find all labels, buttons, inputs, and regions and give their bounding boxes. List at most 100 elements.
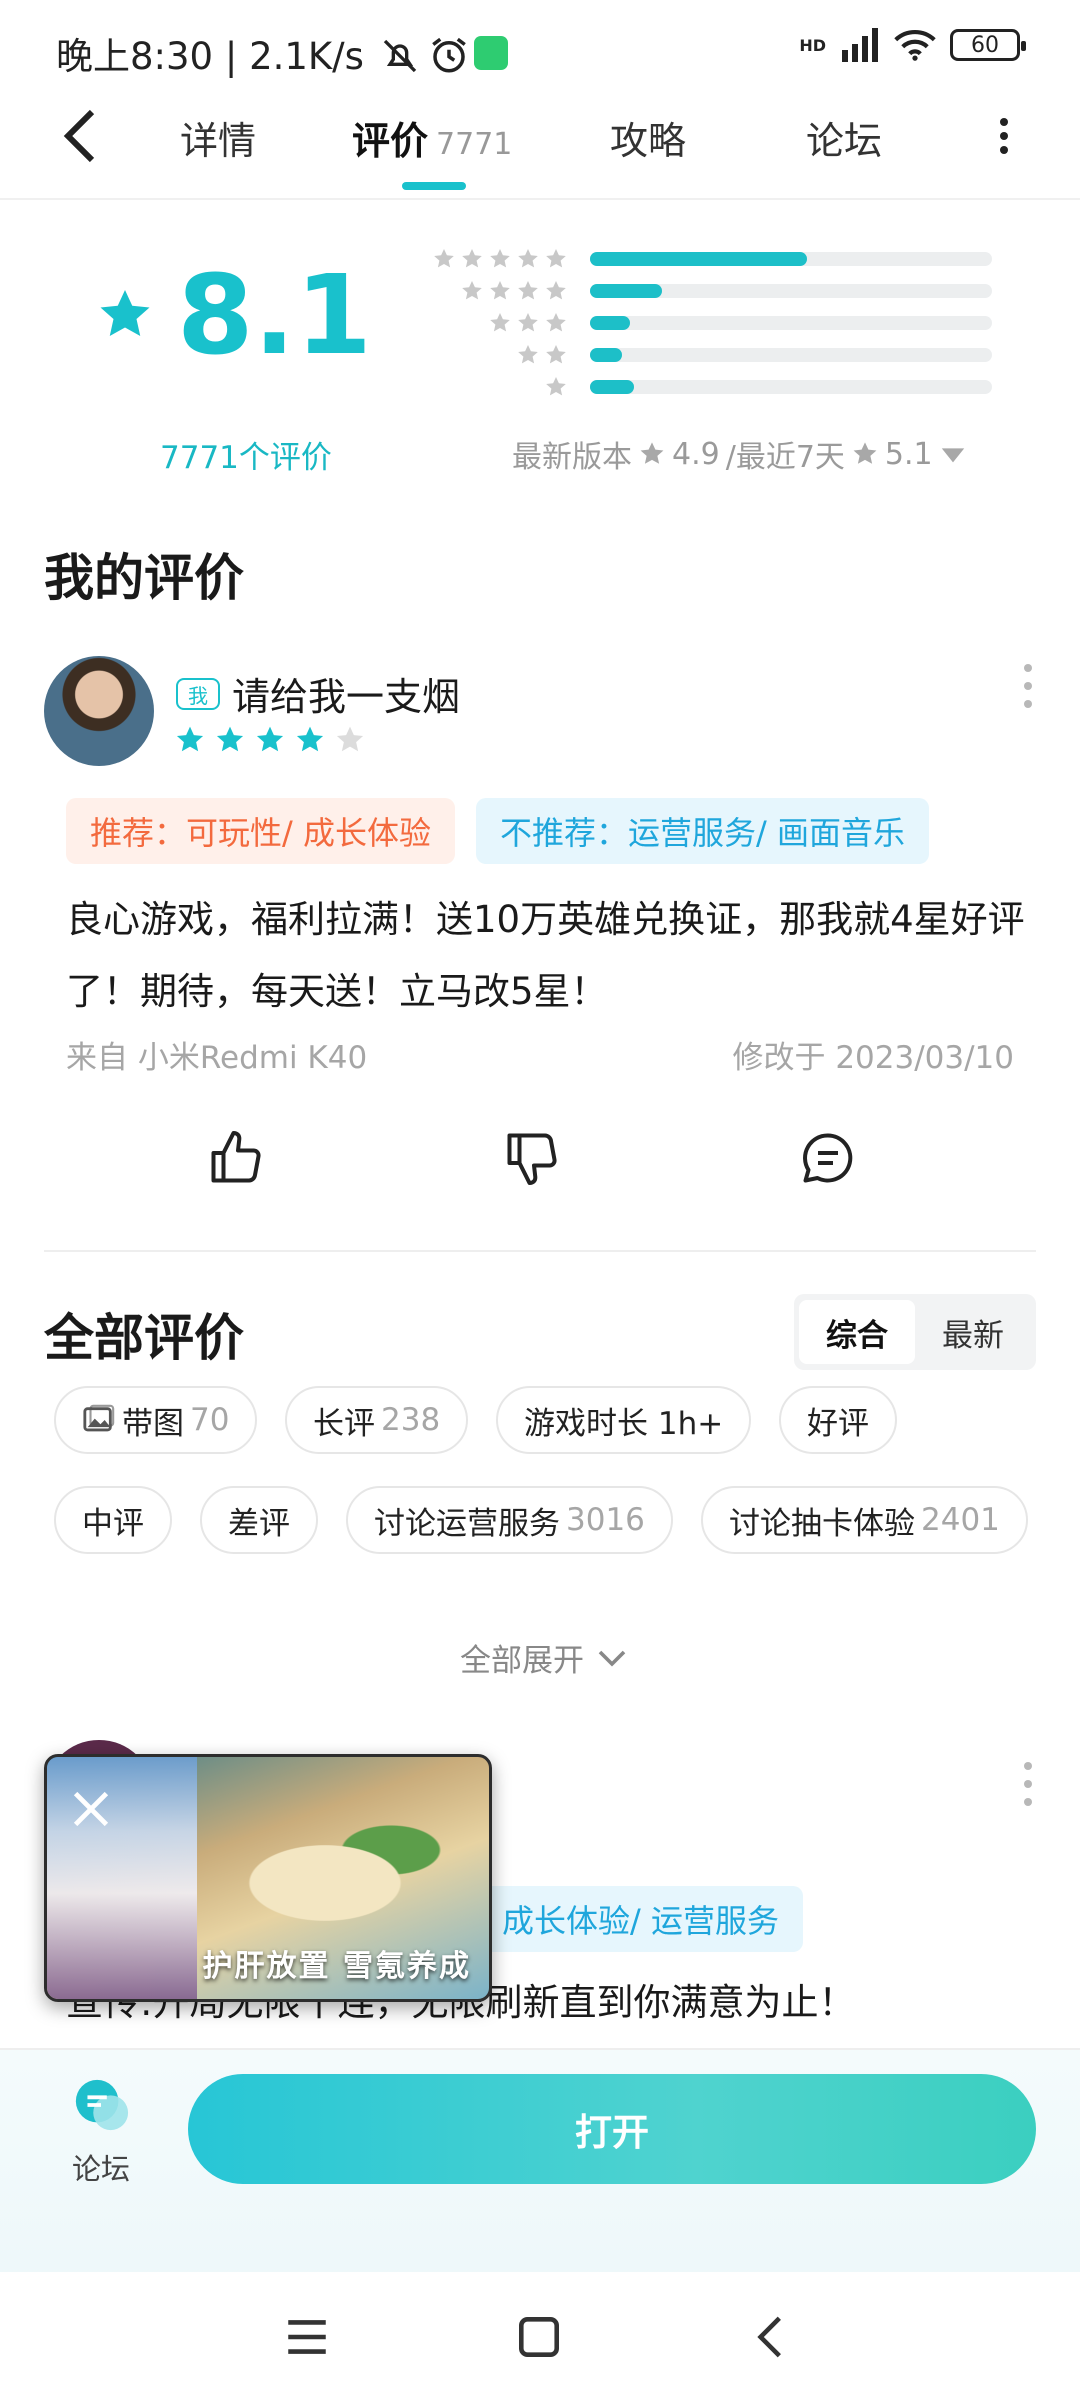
home-icon[interactable]: [514, 2312, 564, 2362]
wifi-icon: [894, 29, 936, 61]
filter-chip-label: 讨论抽卡体验: [729, 1505, 915, 1542]
expand-all-button[interactable]: 全部展开: [460, 1635, 626, 1680]
distribution-bar-fill: [590, 252, 808, 266]
star-icon: [256, 726, 284, 752]
star-icon: [853, 442, 877, 464]
tab-guides[interactable]: 攻略: [610, 110, 686, 165]
score-value: 8.1: [177, 251, 372, 379]
forum-icon[interactable]: [72, 2076, 130, 2134]
filter-chip[interactable]: 带图 70: [54, 1386, 258, 1454]
distribution-bar: [590, 348, 992, 362]
star-icon: [434, 249, 454, 268]
back-icon[interactable]: [746, 2312, 796, 2362]
username[interactable]: 请给我一支烟: [232, 666, 460, 721]
active-tab-indicator: [402, 182, 466, 190]
tab-reviews[interactable]: 评价 7771: [352, 110, 512, 165]
open-button[interactable]: 打开: [188, 2074, 1036, 2184]
star-icon: [490, 249, 510, 268]
filter-chip-label: 好评: [807, 1405, 869, 1442]
star-icon: [216, 726, 244, 752]
thumbs-up-icon[interactable]: [206, 1128, 266, 1188]
filter-chip[interactable]: 中评: [54, 1486, 172, 1554]
star-icon: [100, 290, 150, 336]
forum-label[interactable]: 论坛: [72, 2146, 130, 2188]
tab-forum[interactable]: 论坛: [806, 110, 882, 165]
review-tag: 成长体验/ 运营服务: [478, 1886, 803, 1952]
mute-bell-icon: [383, 39, 417, 73]
floating-video-ad[interactable]: 护肝放置 雪氪养成: [44, 1754, 492, 2002]
star-icon: [546, 313, 566, 332]
more-options-icon[interactable]: [992, 112, 1016, 160]
star-icon: [518, 313, 538, 332]
filter-chip[interactable]: 差评: [200, 1486, 318, 1554]
not-recommend-tag: 不推荐：运营服务/ 画面音乐: [476, 798, 929, 864]
rating-count: 7771个评价: [160, 440, 332, 476]
distribution-stars: [398, 279, 568, 303]
recent-prefix: 最新版本: [512, 440, 632, 475]
distribution-row-3-star: [398, 308, 992, 338]
menu-icon[interactable]: [282, 2312, 332, 2362]
distribution-bar-fill: [590, 348, 623, 362]
distribution-bar: [590, 284, 992, 298]
filter-chip[interactable]: 游戏时长 1h+: [496, 1386, 752, 1454]
distribution-bar-fill: [590, 380, 635, 394]
sort-latest[interactable]: 最新: [915, 1300, 1031, 1364]
review-more-icon[interactable]: [1022, 1762, 1034, 1806]
star-icon: [640, 442, 664, 464]
filter-chip[interactable]: 讨论抽卡体验 2401: [701, 1486, 1028, 1554]
avatar[interactable]: [44, 656, 154, 766]
tab-reviews-label: 评价: [352, 119, 429, 163]
ad-scene-art: [237, 1817, 457, 1927]
chevron-down-icon: [598, 1650, 626, 1667]
distribution-stars: [398, 343, 568, 367]
my-review-title: 我的评价: [44, 549, 244, 607]
recommend-tag: 推荐：可玩性/ 成长体验: [66, 798, 455, 864]
star-icon: [518, 345, 538, 364]
thumbs-down-icon[interactable]: [502, 1128, 562, 1188]
ad-caption: 护肝放置 雪氪养成: [202, 1949, 471, 1984]
back-arrow-icon[interactable]: [60, 108, 100, 164]
filter-chip-label: 讨论运营服务: [374, 1505, 560, 1542]
tab-details[interactable]: 详情: [180, 110, 256, 165]
distribution-bar: [590, 316, 992, 330]
distribution-row-2-star: [398, 340, 992, 370]
status-bar: 晚上8:30 | 2.1K/s HD 60: [0, 0, 1080, 100]
star-icon: [546, 377, 566, 396]
star-icon: [296, 726, 324, 752]
recent7-score: 5.1: [884, 436, 933, 472]
filter-chip-count: 70: [190, 1402, 230, 1438]
status-right: HD 60: [799, 28, 1026, 62]
filter-chip[interactable]: 好评: [779, 1386, 897, 1454]
review-modified-date: 修改于 2023/03/10: [732, 1040, 1014, 1076]
filter-chip-label: 差评: [228, 1505, 290, 1542]
app-notification-icon: [474, 36, 508, 70]
star-icon: [546, 249, 566, 268]
star-icon: [462, 249, 482, 268]
comment-icon[interactable]: [798, 1128, 858, 1188]
caret-down-icon: [941, 448, 964, 463]
star-icon: [546, 345, 566, 364]
distribution-row-5-star: [398, 244, 992, 274]
star-icon: [518, 281, 538, 300]
status-time: 晚上8:30 | 2.1K/s: [56, 35, 364, 78]
close-icon[interactable]: [69, 1787, 113, 1831]
alarm-icon: [432, 37, 466, 73]
filter-chip[interactable]: 长评 238: [285, 1386, 469, 1454]
distribution-stars: [398, 375, 568, 399]
recent-mid: /最近7天: [725, 440, 845, 475]
user-star-rating: [174, 724, 366, 756]
distribution-stars: [398, 311, 568, 335]
distribution-bar: [590, 252, 992, 266]
star-icon: [518, 249, 538, 268]
review-more-icon[interactable]: [1022, 664, 1034, 708]
filter-chip[interactable]: 讨论运营服务 3016: [346, 1486, 673, 1554]
distribution-bar-fill: [590, 284, 663, 298]
distribution-row-4-star: [398, 276, 992, 306]
all-reviews-title: 全部评价: [44, 1309, 244, 1367]
star-icon: [490, 281, 510, 300]
sort-comprehensive[interactable]: 综合: [799, 1300, 915, 1364]
filter-chip-count: 3016: [566, 1502, 645, 1538]
recent-ratings[interactable]: 最新版本 4.9 /最近7天 5.1: [512, 432, 967, 476]
signal-icon: [842, 28, 878, 62]
review-text: 良心游戏，福利拉满！送10万英雄兑换证，那我就4星好评了！期待，每天送！立马改5…: [66, 898, 1025, 1013]
